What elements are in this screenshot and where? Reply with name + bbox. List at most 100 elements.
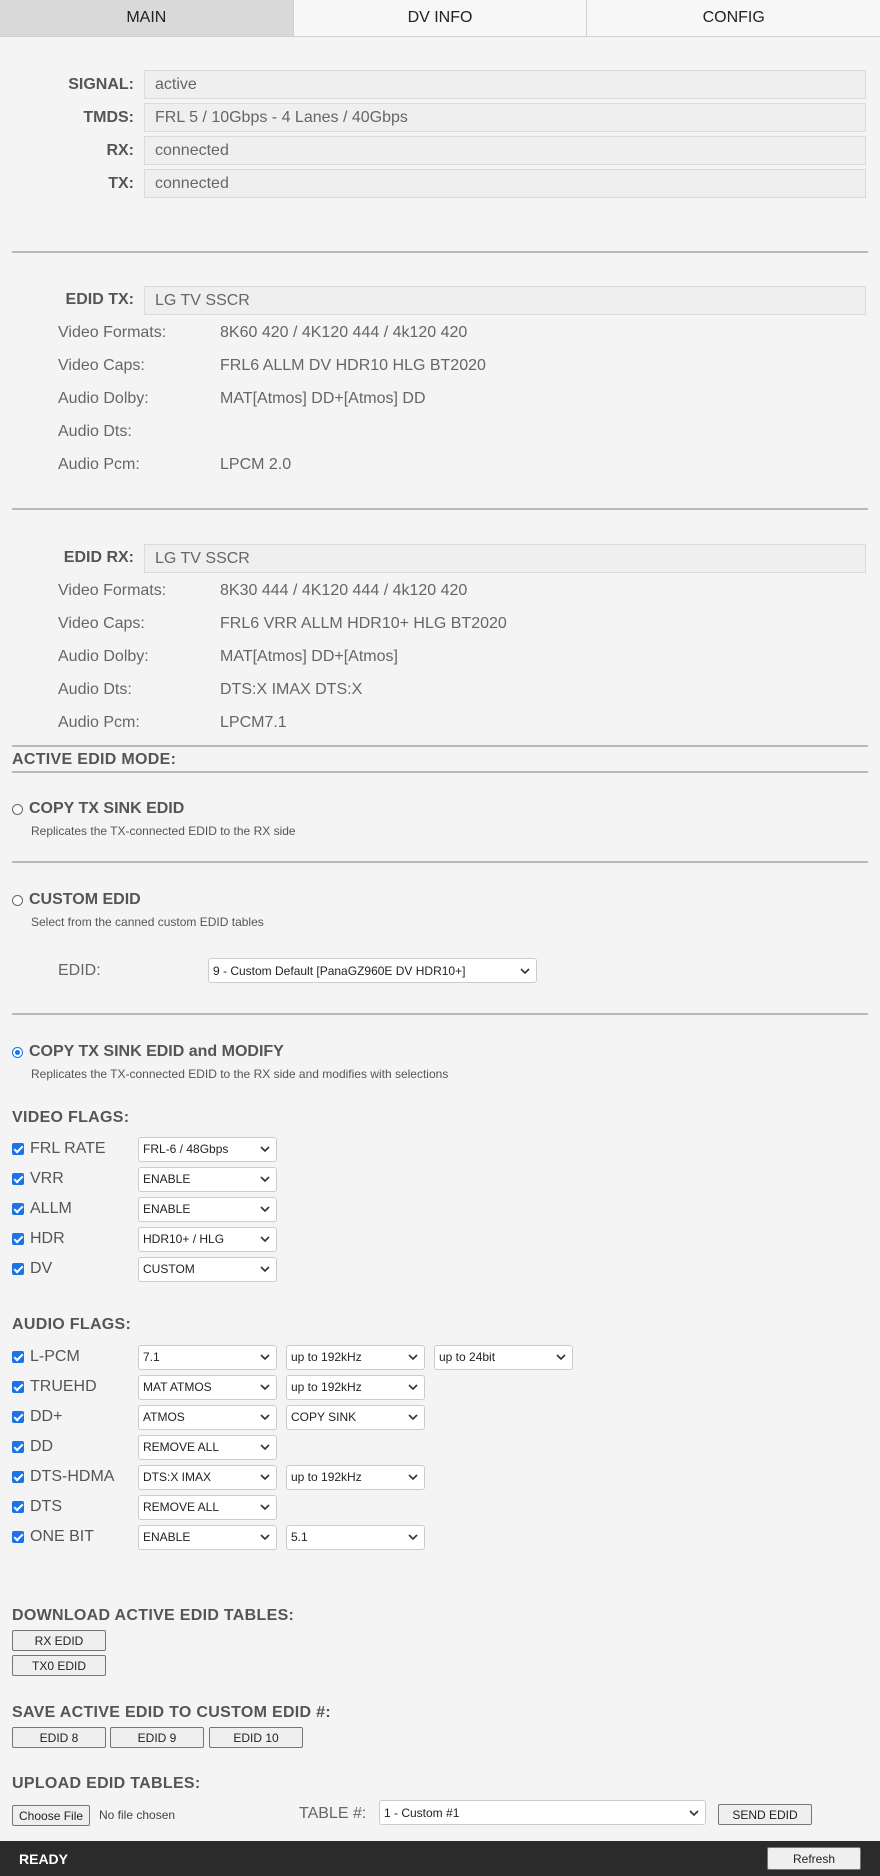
edid-tx-audio-dolby: MAT[Atmos] DD+[Atmos] DD	[220, 389, 426, 407]
dtshdma-checkbox[interactable]	[12, 1471, 24, 1483]
tab-config[interactable]: CONFIG	[586, 0, 880, 36]
frl-rate-select[interactable]: FRL-6 / 48Gbps	[138, 1136, 277, 1162]
custom-edid-desc: Select from the canned custom EDID table…	[31, 915, 264, 929]
vrr-checkbox[interactable]	[12, 1173, 24, 1185]
edid-tx-video-caps-label: Video Caps:	[58, 356, 145, 374]
dd-mode-value: REMOVE ALL	[143, 1440, 220, 1454]
edid-rx-panel: EDID RX: LG TV SSCR Video Formats: 8K30 44…	[0, 542, 880, 739]
save-edid-10-button[interactable]: EDID 10	[209, 1727, 303, 1748]
copy-tx-sink-radio[interactable]	[12, 803, 23, 815]
status-text: READY	[19, 1850, 69, 1867]
chevron-down-icon	[260, 1206, 270, 1213]
custom-edid-title: CUSTOM EDID	[29, 891, 141, 908]
dts-mode-value: REMOVE ALL	[143, 1500, 220, 1514]
allm-select[interactable]: ENABLE	[138, 1196, 277, 1222]
lpcm-rate-select[interactable]: up to 192kHz	[286, 1344, 425, 1370]
ddplus-mode-select[interactable]: ATMOS	[138, 1404, 277, 1430]
edid-rx-audio-pcm: LPCM7.1	[220, 713, 287, 731]
audio-flags-heading: AUDIO FLAGS:	[12, 1316, 132, 1333]
onebit-channels-select[interactable]: 5.1	[286, 1524, 425, 1550]
tx0-edid-download-button[interactable]: TX0 EDID	[12, 1655, 106, 1676]
video-flag-row: FRL RATE FRL-6 / 48Gbps	[12, 1134, 312, 1164]
dts-checkbox[interactable]	[12, 1501, 24, 1513]
copy-tx-sink-desc: Replicates the TX-connected EDID to the …	[31, 824, 296, 838]
mode-modify-option[interactable]: COPY TX SINK EDID and MODIFY Replicates …	[12, 1043, 448, 1081]
truehd-rate-value: up to 192kHz	[291, 1380, 362, 1394]
tab-main[interactable]: MAIN	[0, 0, 293, 36]
save-heading: SAVE ACTIVE EDID TO CUSTOM EDID #:	[12, 1704, 331, 1721]
edid-rx-audio-dolby: MAT[Atmos] DD+[Atmos]	[220, 647, 398, 665]
audio-flag-row: DD REMOVE ALL	[12, 1432, 612, 1462]
ddplus-source-select[interactable]: COPY SINK	[286, 1404, 425, 1430]
send-edid-button[interactable]: SEND EDID	[718, 1804, 812, 1825]
refresh-button[interactable]: Refresh	[767, 1847, 861, 1870]
vrr-select[interactable]: ENABLE	[138, 1166, 277, 1192]
tab-dv-info[interactable]: DV INFO	[292, 0, 587, 36]
chevron-down-icon	[408, 1414, 418, 1421]
custom-edid-select-value: 9 - Custom Default [PanaGZ960E DV HDR10+…	[213, 963, 466, 978]
video-flag-row: VRR ENABLE	[12, 1164, 312, 1194]
onebit-checkbox[interactable]	[12, 1531, 24, 1543]
tmds-value: FRL 5 / 10Gbps - 4 Lanes / 40Gbps	[144, 103, 866, 132]
divider	[12, 508, 868, 510]
lpcm-channels-select[interactable]: 7.1	[138, 1344, 277, 1370]
rx-edid-download-button[interactable]: RX EDID	[12, 1630, 106, 1651]
dd-checkbox[interactable]	[12, 1441, 24, 1453]
lpcm-bits-select[interactable]: up to 24bit	[434, 1344, 573, 1370]
dts-label: DTS	[30, 1498, 62, 1515]
table-number-select[interactable]: 1 - Custom #1	[379, 1800, 706, 1825]
edid-tx-label: EDID TX:	[65, 291, 134, 308]
tx-value: connected	[144, 169, 866, 198]
onebit-mode-select[interactable]: ENABLE	[138, 1524, 277, 1550]
edid-rx-video-caps-label: Video Caps:	[58, 614, 145, 632]
truehd-mode-select[interactable]: MAT ATMOS	[138, 1374, 277, 1400]
custom-edid-select[interactable]: 9 - Custom Default [PanaGZ960E DV HDR10+…	[208, 958, 537, 983]
edid-rx-audio-pcm-label: Audio Pcm:	[58, 713, 140, 731]
allm-value: ENABLE	[143, 1202, 191, 1216]
choose-file-button[interactable]: Choose File	[12, 1805, 91, 1826]
copy-modify-title: COPY TX SINK EDID and MODIFY	[29, 1043, 284, 1060]
edid-rx-name: LG TV SSCR	[144, 543, 866, 573]
lpcm-bits-value: up to 24bit	[439, 1350, 496, 1364]
chevron-down-icon	[408, 1474, 418, 1481]
truehd-checkbox[interactable]	[12, 1381, 24, 1393]
dtshdma-rate-select[interactable]: up to 192kHz	[286, 1464, 425, 1490]
chevron-down-icon	[260, 1444, 270, 1451]
dd-mode-select[interactable]: REMOVE ALL	[138, 1434, 277, 1460]
edid-tx-video-formats-label: Video Formats:	[58, 323, 167, 341]
divider	[12, 745, 868, 747]
hdr-checkbox[interactable]	[12, 1233, 24, 1245]
ddplus-source-value: COPY SINK	[291, 1410, 357, 1424]
dts-mode-select[interactable]: REMOVE ALL	[138, 1494, 277, 1520]
chevron-down-icon	[408, 1354, 418, 1361]
dv-checkbox[interactable]	[12, 1263, 24, 1275]
onebit-mode-value: ENABLE	[143, 1530, 191, 1544]
chevron-down-icon	[689, 1809, 699, 1816]
lpcm-channels-value: 7.1	[143, 1350, 160, 1364]
truehd-rate-select[interactable]: up to 192kHz	[286, 1374, 425, 1400]
mode-copy-option[interactable]: COPY TX SINK EDID Replicates the TX-conn…	[12, 800, 296, 838]
lpcm-checkbox[interactable]	[12, 1351, 24, 1363]
custom-edid-radio[interactable]	[12, 894, 23, 906]
edid-tx-panel: EDID TX: LG TV SSCR Video Formats: 8K60 42…	[0, 284, 880, 481]
copy-tx-sink-title: COPY TX SINK EDID	[29, 800, 185, 817]
mode-custom-option[interactable]: CUSTOM EDID Select from the canned custo…	[12, 891, 264, 929]
save-edid-9-button[interactable]: EDID 9	[110, 1727, 204, 1748]
edid-rx-video-formats: 8K30 444 / 4K120 444 / 4k120 420	[220, 581, 468, 599]
edid-tx-audio-dts-label: Audio Dts:	[58, 422, 132, 440]
ddplus-checkbox[interactable]	[12, 1411, 24, 1423]
dv-value: CUSTOM	[143, 1262, 195, 1276]
dv-label: DV	[30, 1260, 53, 1277]
edid-rx-audio-dolby-label: Audio Dolby:	[58, 647, 149, 665]
dv-select[interactable]: CUSTOM	[138, 1256, 277, 1282]
chevron-down-icon	[260, 1384, 270, 1391]
dtshdma-mode-select[interactable]: DTS:X IMAX	[138, 1464, 277, 1490]
frl-rate-checkbox[interactable]	[12, 1143, 24, 1155]
video-flags-heading: VIDEO FLAGS:	[12, 1109, 130, 1126]
video-flag-row: ALLM ENABLE	[12, 1194, 312, 1224]
hdr-select[interactable]: HDR10+ / HLG	[138, 1226, 277, 1252]
copy-modify-radio[interactable]	[12, 1046, 23, 1058]
save-edid-8-button[interactable]: EDID 8	[12, 1727, 106, 1748]
ddplus-label: DD+	[30, 1408, 63, 1425]
allm-checkbox[interactable]	[12, 1203, 24, 1215]
